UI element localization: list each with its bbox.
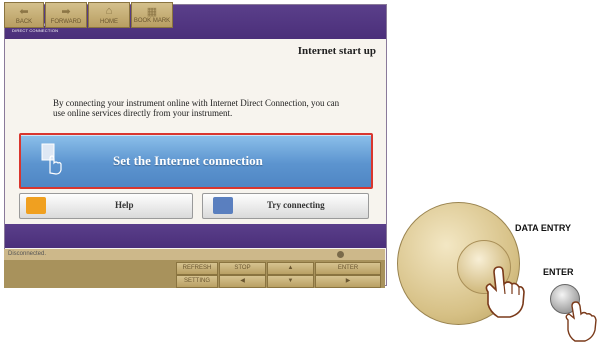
stop-button[interactable]: STOP <box>219 262 266 275</box>
page-title: Internet start up <box>297 45 376 57</box>
set-internet-connection-button[interactable]: Set the Internet connection <box>19 133 373 189</box>
left-arrow-button[interactable]: ◀ <box>219 275 266 288</box>
set-internet-connection-label: Set the Internet connection <box>113 153 263 168</box>
instrument-screen: INTERNET DIRECT CONNECTION Internet star… <box>4 4 387 286</box>
try-connecting-button[interactable]: Try connecting <box>202 193 369 219</box>
help-button[interactable]: Help <box>19 193 193 219</box>
logo-line2: DIRECT CONNECTION <box>12 28 59 33</box>
try-connecting-label: Try connecting <box>267 200 325 210</box>
hand-pressing-enter-icon <box>565 301 597 342</box>
help-label: Help <box>115 200 134 210</box>
connect-icon <box>213 197 233 214</box>
description-text: By connecting your instrument online wit… <box>53 98 340 118</box>
status-bar: Disconnected. <box>4 249 385 260</box>
home-icon: ⌂ <box>105 5 113 17</box>
footer-bar <box>5 224 386 248</box>
home-label: HOME <box>100 19 118 25</box>
bookmark-button[interactable]: ▦ BOOK MARK <box>131 2 173 28</box>
home-button[interactable]: ⌂ HOME <box>88 2 130 28</box>
help-icon <box>26 197 46 214</box>
forward-button[interactable]: ➡ FORWARD <box>45 2 87 28</box>
hand-pointer-icon <box>41 143 62 175</box>
back-button[interactable]: ⬅ BACK <box>4 2 44 28</box>
data-entry-label: DATA ENTRY <box>515 223 571 233</box>
up-arrow-button[interactable]: ▲ <box>267 262 314 275</box>
forward-label: FORWARD <box>50 19 82 25</box>
enter-label: ENTER <box>543 267 574 277</box>
right-arrow-button[interactable]: ▶ <box>315 275 381 288</box>
down-arrow-button[interactable]: ▼ <box>267 275 314 288</box>
refresh-button[interactable]: REFRESH <box>176 262 218 275</box>
status-indicator-icon <box>337 251 344 258</box>
connection-status: Disconnected. <box>8 251 47 257</box>
back-label: BACK <box>15 19 33 25</box>
back-arrow-icon: ⬅ <box>19 6 29 18</box>
hand-turning-dial-icon <box>485 266 525 318</box>
bookmark-label: BOOK MARK <box>133 18 171 24</box>
forward-arrow-icon: ➡ <box>61 6 71 18</box>
setting-button[interactable]: SETTING <box>176 275 218 288</box>
enter-panel-button[interactable]: ENTER <box>315 262 381 275</box>
